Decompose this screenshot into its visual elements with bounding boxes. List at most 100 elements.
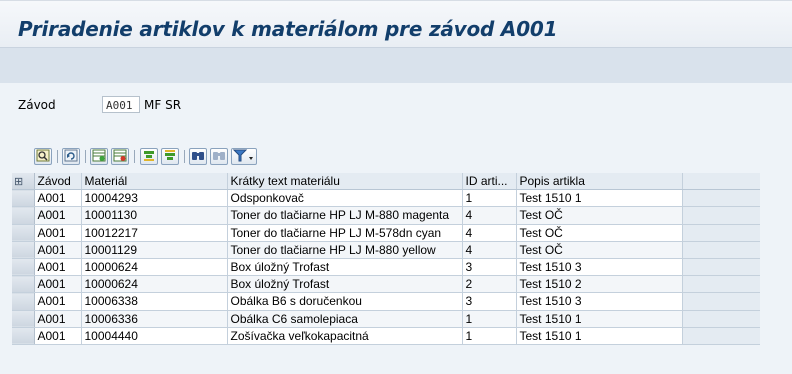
cell-article-desc[interactable]: Test 1510 3: [516, 258, 683, 277]
sort-descending-icon[interactable]: [161, 148, 179, 165]
cell-article-id[interactable]: 4: [462, 206, 517, 225]
cell-material[interactable]: 10000624: [81, 258, 228, 277]
refresh-icon[interactable]: [62, 148, 80, 165]
cell-filler: [682, 292, 760, 311]
toolbar-separator: [134, 150, 135, 163]
cell-material[interactable]: 10004293: [81, 189, 228, 208]
cell-filler: [682, 310, 760, 328]
cell-article-desc[interactable]: Test 1510 1: [516, 327, 683, 345]
cell-material[interactable]: 10006338: [81, 292, 228, 311]
table-row[interactable]: A001 10000624 Box úložný Trofast 2 Test 1510…: [12, 275, 760, 294]
cell-filler: [682, 189, 760, 208]
cell-filler: [682, 224, 760, 242]
table-header-row: ⊞ Závod Materiál Krátky text materiálu I…: [12, 173, 760, 191]
cell-article-desc[interactable]: Test 1510 2: [516, 275, 683, 294]
cell-material-text[interactable]: Zošívačka veľkokapacitná: [227, 327, 463, 345]
cell-article-id[interactable]: 4: [462, 241, 517, 259]
table-row[interactable]: A001 10004440 Zošívačka veľkokapacitná 1 Tes…: [12, 327, 760, 345]
cell-article-desc[interactable]: Test 1510 1: [516, 310, 683, 328]
row-selector[interactable]: [12, 275, 35, 294]
plant-label: Závod: [18, 98, 56, 112]
cell-article-desc[interactable]: Test 1510 1: [516, 189, 683, 208]
cell-plant[interactable]: A001: [34, 241, 82, 259]
cell-article-id[interactable]: 1: [462, 189, 517, 208]
title-bar: Priradenie artiklov k materiálom pre záv…: [0, 0, 792, 47]
row-selector[interactable]: [12, 189, 35, 208]
cell-filler: [682, 327, 760, 345]
cell-material-text[interactable]: Toner do tlačiarne HP LJ M-880 magenta: [227, 206, 463, 225]
cell-material-text[interactable]: Toner do tlačiarne HP LJ M-880 yellow: [227, 241, 463, 259]
details-icon[interactable]: [34, 148, 52, 165]
table-row[interactable]: A001 10001129 Toner do tlačiarne HP LJ M-8…: [12, 241, 760, 259]
column-header-article-desc[interactable]: Popis artikla: [516, 173, 683, 191]
cell-article-desc[interactable]: Test OČ: [516, 241, 683, 259]
cell-material[interactable]: 10000624: [81, 275, 228, 294]
cell-material[interactable]: 10012217: [81, 224, 228, 242]
cell-article-desc[interactable]: Test OČ: [516, 206, 683, 225]
cell-article-id[interactable]: 1: [462, 310, 517, 328]
cell-article-id[interactable]: 3: [462, 292, 517, 311]
cell-filler: [682, 258, 760, 277]
cell-material-text[interactable]: Obálka B6 s doručenkou: [227, 292, 463, 311]
cell-filler: [682, 275, 760, 294]
cell-material-text[interactable]: Obálka C6 samolepiaca: [227, 310, 463, 328]
find-next-icon[interactable]: [210, 148, 228, 165]
column-header-material-text[interactable]: Krátky text materiálu: [227, 173, 463, 191]
cell-plant[interactable]: A001: [34, 258, 82, 277]
cell-plant[interactable]: A001: [34, 206, 82, 225]
cell-plant[interactable]: A001: [34, 292, 82, 311]
filter-icon[interactable]: [231, 148, 257, 165]
toolbar-separator: [184, 150, 185, 163]
cell-plant[interactable]: A001: [34, 310, 82, 328]
materials-table: ⊞ Závod Materiál Krátky text materiálu I…: [12, 173, 760, 345]
cell-material-text[interactable]: Box úložný Trofast: [227, 258, 463, 277]
cell-article-id[interactable]: 1: [462, 327, 517, 345]
cell-plant[interactable]: A001: [34, 275, 82, 294]
cell-material-text[interactable]: Odsponkovač: [227, 189, 463, 208]
row-selector[interactable]: [12, 206, 35, 225]
cell-material[interactable]: 10001129: [81, 241, 228, 259]
row-selector[interactable]: [12, 241, 35, 259]
row-selector[interactable]: [12, 224, 35, 242]
row-selector[interactable]: [12, 258, 35, 277]
toolbar-separator: [85, 150, 86, 163]
table-row[interactable]: A001 10004293 Odsponkovač 1 Test 1510 1: [12, 189, 760, 208]
sort-ascending-icon[interactable]: [140, 148, 158, 165]
cell-material[interactable]: 10004440: [81, 327, 228, 345]
page-title: Priradenie artiklov k materiálom pre záv…: [18, 17, 558, 41]
delete-row-icon[interactable]: [111, 148, 129, 165]
column-header-material[interactable]: Materiál: [81, 173, 228, 191]
row-selector[interactable]: [12, 292, 35, 311]
table-row[interactable]: A001 10006338 Obálka B6 s doručenkou 3 Test …: [12, 292, 760, 311]
cell-plant[interactable]: A001: [34, 189, 82, 208]
cell-plant[interactable]: A001: [34, 327, 82, 345]
find-icon[interactable]: [189, 148, 207, 165]
table-row[interactable]: A001 10001130 Toner do tlačiarne HP LJ M-8…: [12, 206, 760, 225]
cell-filler: [682, 241, 760, 259]
cell-article-id[interactable]: 4: [462, 224, 517, 242]
alv-toolbar: [34, 146, 792, 168]
table-row[interactable]: A001 10006336 Obálka C6 samolepiaca 1 Test 1…: [12, 310, 760, 328]
cell-material[interactable]: 10006336: [81, 310, 228, 328]
column-header-article-id[interactable]: ID arti...: [462, 173, 517, 191]
cell-material-text[interactable]: Toner do tlačiarne HP LJ M-578dn cyan: [227, 224, 463, 242]
table-row[interactable]: A001 10000624 Box úložný Trofast 3 Test 1510…: [12, 258, 760, 277]
cell-article-desc[interactable]: Test 1510 3: [516, 292, 683, 311]
table-row[interactable]: A001 10012217 Toner do tlačiarne HP LJ M-5…: [12, 224, 760, 242]
insert-row-icon[interactable]: [90, 148, 108, 165]
plant-input[interactable]: A001: [102, 96, 140, 113]
cell-article-id[interactable]: 2: [462, 275, 517, 294]
column-header-plant[interactable]: Závod: [34, 173, 82, 191]
cell-plant[interactable]: A001: [34, 224, 82, 242]
plant-description: MF SR: [144, 98, 182, 112]
toolbar-separator: [57, 150, 58, 163]
cell-filler: [682, 206, 760, 225]
cell-material[interactable]: 10001130: [81, 206, 228, 225]
cell-material-text[interactable]: Box úložný Trofast: [227, 275, 463, 294]
cell-article-id[interactable]: 3: [462, 258, 517, 277]
select-all-icon[interactable]: ⊞: [12, 173, 35, 191]
row-selector[interactable]: [12, 327, 35, 345]
row-selector[interactable]: [12, 310, 35, 328]
application-toolbar: [0, 47, 792, 84]
cell-article-desc[interactable]: Test OČ: [516, 224, 683, 242]
